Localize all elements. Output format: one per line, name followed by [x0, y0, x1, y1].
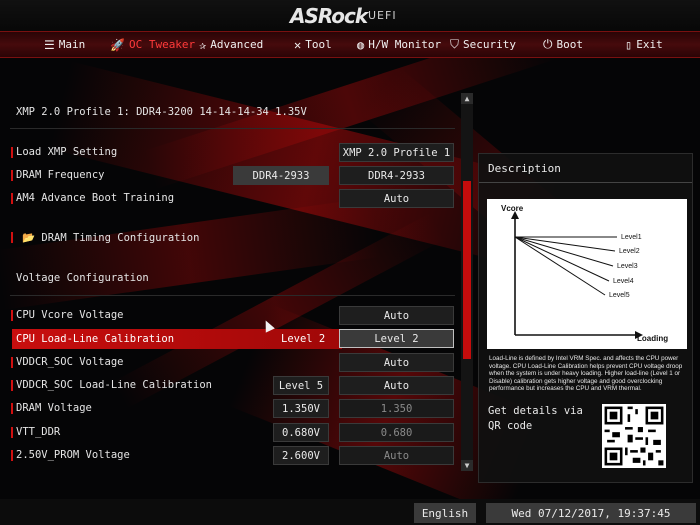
tab-hw-monitor[interactable]: ◍ H/W Monitor — [357, 32, 441, 57]
row-marker — [11, 310, 13, 321]
qr-code-icon — [602, 404, 666, 468]
graph-level4-label: Level4 — [613, 278, 634, 285]
tab-exit[interactable]: ▯ Exit — [625, 32, 663, 57]
row-marker — [11, 450, 13, 461]
tab-advanced-label: Advanced — [210, 38, 264, 51]
description-text: Load-Line is defined by Intel VRM Spec. … — [489, 355, 683, 393]
graph-level2-label: Level2 — [619, 248, 640, 255]
firmware-label: UEFI — [368, 9, 397, 22]
graph-x-label: Loading — [637, 334, 668, 343]
prom-voltage-input[interactable]: Auto — [339, 446, 454, 465]
vtt-ddr-current: 0.680V — [273, 423, 329, 442]
vddcr-soc-label: VDDCR_SOC Voltage — [16, 356, 124, 368]
tab-hw-monitor-label: H/W Monitor — [368, 38, 442, 51]
power-icon: ⏻ — [543, 37, 553, 51]
dram-voltage-current: 1.350V — [273, 399, 329, 418]
tab-oc-tweaker[interactable]: 🚀 OC Tweaker — [110, 32, 195, 57]
tab-boot[interactable]: ⏻ Boot — [543, 32, 583, 57]
tab-security[interactable]: ⛉ Security — [450, 32, 516, 57]
monitor-icon: ◍ — [357, 37, 365, 52]
tab-main-label: Main — [58, 38, 86, 51]
tab-boot-label: Boot — [556, 38, 584, 51]
graph-level5-label: Level5 — [609, 292, 630, 299]
cpu-vcore-select[interactable]: Auto — [339, 306, 454, 325]
vtt-ddr-label: VTT_DDR — [16, 426, 61, 438]
row-marker — [11, 357, 13, 368]
llc-select[interactable]: Level 2 — [339, 329, 454, 348]
row-marker — [11, 427, 13, 438]
brand-logo: ASRock — [290, 4, 368, 28]
voltage-config-header: Voltage Configuration — [16, 272, 149, 284]
exit-door-icon: ▯ — [625, 37, 633, 52]
row-marker — [11, 170, 13, 181]
folder-icon: 📂 — [22, 232, 36, 244]
row-marker — [11, 193, 13, 204]
llc-current: Level 2 — [281, 333, 326, 345]
language-button[interactable]: English — [414, 503, 476, 523]
divider — [10, 295, 455, 296]
tab-advanced[interactable]: ✰ Advanced — [199, 32, 263, 57]
tab-main[interactable]: ☰ Main — [44, 32, 85, 57]
dram-timing-label: DRAM Timing Configuration — [41, 232, 200, 244]
dram-voltage-label: DRAM Voltage — [16, 402, 92, 414]
tab-tool-label: Tool — [305, 38, 332, 51]
qr-label: Get details via QR code — [488, 405, 583, 432]
description-title: Description — [488, 162, 561, 175]
dram-frequency-current: DDR4-2933 — [233, 166, 329, 185]
divider — [479, 182, 692, 183]
cpu-vcore-label: CPU Vcore Voltage — [16, 309, 124, 321]
vddcr-soc-select[interactable]: Auto — [339, 353, 454, 372]
row-marker — [11, 403, 13, 414]
vddcr-soc-llc-current: Level 5 — [273, 376, 329, 395]
list-icon: ☰ — [44, 37, 55, 52]
row-marker — [11, 147, 13, 158]
scrollbar-thumb[interactable] — [463, 181, 471, 359]
graph-level3-label: Level3 — [617, 263, 638, 270]
graph-y-label: Vcore — [501, 204, 524, 213]
main-nav: ☰ Main 🚀 OC Tweaker ✰ Advanced ✕ Tool ◍ … — [0, 31, 700, 58]
am4-boot-training-select[interactable]: Auto — [339, 189, 454, 208]
dram-frequency-select[interactable]: DDR4-2933 — [339, 166, 454, 185]
tab-exit-label: Exit — [636, 38, 663, 51]
row-marker — [11, 380, 13, 391]
vddcr-soc-llc-select[interactable]: Auto — [339, 376, 454, 395]
xmp-info-text: XMP 2.0 Profile 1: DDR4-3200 14-14-14-34… — [16, 106, 307, 118]
title-bar: ASRock UEFI — [0, 0, 700, 32]
dram-voltage-input[interactable]: 1.350 — [339, 399, 454, 418]
dram-frequency-label: DRAM Frequency — [16, 169, 105, 181]
graph-level1-label: Level1 — [621, 234, 642, 241]
tab-tool[interactable]: ✕ Tool — [294, 32, 332, 57]
scroll-down-arrow-icon[interactable]: ▼ — [461, 460, 473, 471]
vtt-ddr-input[interactable]: 0.680 — [339, 423, 454, 442]
load-line-graph: Vcore Loading Level1 Level2 Level3 Level… — [487, 199, 687, 349]
description-panel: Description Vcore Loading Level1 Level2 … — [478, 153, 693, 483]
prom-voltage-current: 2.600V — [273, 446, 329, 465]
star-icon: ✰ — [199, 37, 207, 52]
rocket-icon: 🚀 — [110, 37, 125, 52]
settings-scrollbar[interactable]: ▲ ▼ — [461, 93, 473, 471]
tools-icon: ✕ — [294, 37, 302, 52]
datetime-display: Wed 07/12/2017, 19:37:45 — [486, 503, 696, 523]
load-xmp-select[interactable]: XMP 2.0 Profile 1 — [339, 143, 454, 162]
load-xmp-label: Load XMP Setting — [16, 146, 118, 158]
shield-icon: ⛉ — [450, 37, 460, 51]
row-marker — [11, 232, 13, 243]
divider — [10, 128, 455, 129]
scroll-up-arrow-icon[interactable]: ▲ — [461, 93, 473, 104]
prom-voltage-label: 2.50V_PROM Voltage — [16, 449, 130, 461]
tab-oc-tweaker-label: OC Tweaker — [128, 38, 196, 51]
tab-security-label: Security — [463, 38, 516, 51]
llc-label[interactable]: CPU Load-Line Calibration — [16, 333, 174, 345]
vddcr-soc-llc-label: VDDCR_SOC Load-Line Calibration — [16, 379, 212, 391]
dram-timing-link[interactable]: 📂 DRAM Timing Configuration — [22, 231, 199, 244]
am4-boot-training-label: AM4 Advance Boot Training — [16, 192, 175, 204]
